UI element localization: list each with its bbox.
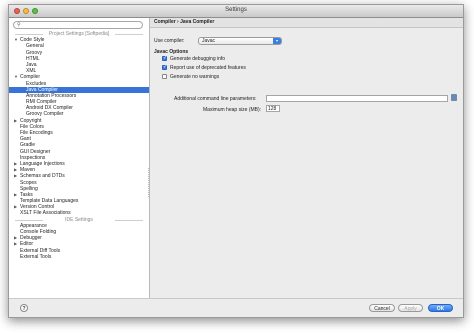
chevron-down-icon: ▾ bbox=[273, 38, 281, 44]
expand-params-icon[interactable] bbox=[451, 94, 457, 101]
report-deprecated-label: Report use of deprecated features bbox=[170, 65, 246, 71]
window-title: Settings bbox=[225, 7, 247, 13]
javac-options-label: Javac Options bbox=[154, 49, 189, 55]
ok-button[interactable]: OK bbox=[428, 304, 453, 312]
generate-debugging-checkbox[interactable] bbox=[162, 55, 167, 61]
help-button[interactable]: ? bbox=[20, 304, 28, 312]
settings-panel: Compiler › Java Compiler Use compiler: J… bbox=[150, 18, 463, 299]
heap-size-input[interactable]: 128 bbox=[266, 105, 280, 112]
settings-tree: Project Settings [Softpedia] ▼ Code Style G… bbox=[9, 31, 149, 260]
cancel-button[interactable]: Cancel bbox=[369, 304, 395, 312]
apply-button[interactable]: Apply bbox=[398, 304, 423, 312]
search-icon: ⚲ bbox=[17, 22, 21, 28]
generate-debugging-label: Generate debugging info bbox=[170, 56, 226, 62]
settings-content: ⚲ Project Settings [Softpedia] ▼ Code Styl… bbox=[9, 18, 463, 317]
generate-no-warnings-checkbox[interactable] bbox=[162, 74, 167, 79]
tree-item-label: External Tools bbox=[20, 253, 52, 260]
generate-no-warnings-label: Generate no warnings bbox=[170, 74, 220, 80]
additional-params-input[interactable] bbox=[266, 95, 448, 102]
report-deprecated-checkbox[interactable] bbox=[162, 64, 167, 70]
settings-sidebar: ⚲ Project Settings [Softpedia] ▼ Code Styl… bbox=[9, 18, 150, 299]
panel-header: Compiler › Java Compiler bbox=[150, 18, 463, 28]
compiler-select-value: Javac bbox=[202, 38, 216, 44]
settings-window: Settings ⚲ Project Settings [Softpedia] ▼… bbox=[8, 4, 464, 318]
search-input[interactable]: ⚲ bbox=[13, 21, 143, 29]
title-bar: Settings bbox=[9, 5, 463, 18]
dialog-footer: ? Cancel Apply OK bbox=[9, 298, 463, 317]
heap-size-label: Maximum heap size (MB): bbox=[203, 107, 262, 113]
use-compiler-label: Use compiler: bbox=[154, 38, 185, 44]
compiler-select[interactable]: Javac ▾ bbox=[198, 37, 282, 45]
tree-item-external-tools[interactable]: External Tools bbox=[9, 254, 149, 260]
additional-params-label: Additional command line parameters: bbox=[174, 96, 257, 102]
